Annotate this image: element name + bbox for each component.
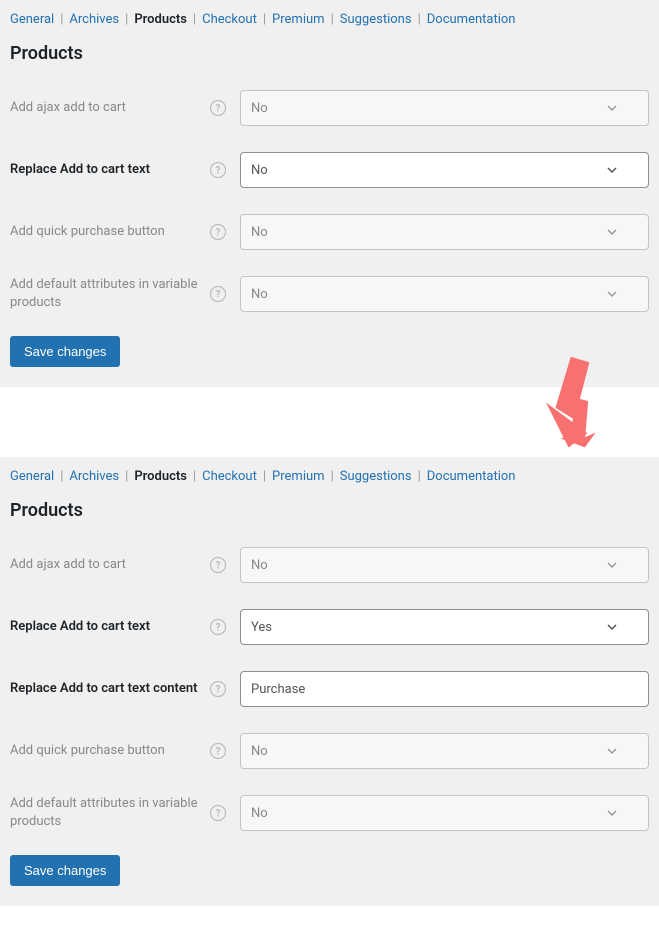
tab-suggestions[interactable]: Suggestions: [340, 469, 412, 484]
select-ajax-cart[interactable]: No: [240, 90, 649, 126]
help-icon[interactable]: ?: [210, 743, 240, 759]
svg-text:?: ?: [216, 561, 221, 572]
tab-premium[interactable]: Premium: [272, 469, 325, 484]
row-replace-cart-content: Replace Add to cart text content ? Purch…: [10, 663, 649, 725]
tab-products[interactable]: Products: [134, 469, 187, 484]
label-default-attrs: Add default attributes in variable produ…: [10, 795, 210, 830]
tab-nav: General| Archives| Products| Checkout| P…: [10, 465, 649, 494]
panel-gap: [0, 387, 659, 457]
label-quick-purchase: Add quick purchase button: [10, 223, 210, 241]
select-value: No: [251, 558, 268, 573]
nav-sep: |: [54, 469, 69, 484]
input-replace-cart-content[interactable]: Purchase: [240, 671, 649, 707]
chevron-down-icon: [606, 807, 618, 819]
tab-archives[interactable]: Archives: [69, 12, 119, 27]
tab-archives[interactable]: Archives: [69, 469, 119, 484]
svg-text:?: ?: [216, 228, 221, 239]
select-value: Yes: [251, 620, 272, 635]
tab-general[interactable]: General: [10, 12, 54, 27]
arrow-icon: [519, 357, 609, 461]
help-icon[interactable]: ?: [210, 286, 240, 302]
select-value: No: [251, 225, 268, 240]
chevron-down-icon: [606, 559, 618, 571]
nav-sep: |: [412, 12, 427, 27]
save-button[interactable]: Save changes: [10, 336, 120, 367]
select-default-attrs[interactable]: No: [240, 795, 649, 831]
row-default-attrs: Add default attributes in variable produ…: [10, 268, 649, 330]
row-replace-cart: Replace Add to cart text ? No: [10, 144, 649, 206]
label-replace-cart: Replace Add to cart text: [10, 161, 210, 179]
nav-sep: |: [187, 12, 202, 27]
svg-text:?: ?: [216, 623, 221, 634]
svg-text:?: ?: [216, 747, 221, 758]
nav-sep: |: [325, 469, 340, 484]
help-icon[interactable]: ?: [210, 805, 240, 821]
row-replace-cart: Replace Add to cart text ? Yes: [10, 601, 649, 663]
svg-text:?: ?: [216, 685, 221, 696]
help-icon[interactable]: ?: [210, 224, 240, 240]
help-icon[interactable]: ?: [210, 619, 240, 635]
label-replace-cart-content: Replace Add to cart text content: [10, 680, 210, 698]
select-value: No: [251, 101, 268, 116]
nav-sep: |: [119, 469, 134, 484]
nav-sep: |: [257, 469, 272, 484]
chevron-down-icon: [606, 226, 618, 238]
svg-text:?: ?: [216, 290, 221, 301]
label-ajax-cart: Add ajax add to cart: [10, 556, 210, 574]
panel-after: General| Archives| Products| Checkout| P…: [0, 457, 659, 906]
select-replace-cart[interactable]: No: [240, 152, 649, 188]
nav-sep: |: [187, 469, 202, 484]
tab-checkout[interactable]: Checkout: [202, 469, 257, 484]
chevron-down-icon: [606, 288, 618, 300]
label-replace-cart: Replace Add to cart text: [10, 618, 210, 636]
input-value: Purchase: [251, 682, 305, 697]
select-value: No: [251, 163, 268, 178]
page-title: Products: [10, 37, 649, 82]
row-quick-purchase: Add quick purchase button ? No: [10, 725, 649, 787]
chevron-down-icon: [606, 621, 618, 633]
nav-sep: |: [412, 469, 427, 484]
help-icon[interactable]: ?: [210, 557, 240, 573]
row-ajax-cart: Add ajax add to cart ? No: [10, 539, 649, 601]
select-replace-cart[interactable]: Yes: [240, 609, 649, 645]
select-quick-purchase[interactable]: No: [240, 214, 649, 250]
svg-text:?: ?: [216, 166, 221, 177]
nav-sep: |: [257, 12, 272, 27]
select-value: No: [251, 287, 268, 302]
panel-before: General| Archives| Products| Checkout| P…: [0, 0, 659, 387]
tab-products[interactable]: Products: [134, 12, 187, 27]
tab-general[interactable]: General: [10, 469, 54, 484]
tab-suggestions[interactable]: Suggestions: [340, 12, 412, 27]
select-value: No: [251, 744, 268, 759]
label-quick-purchase: Add quick purchase button: [10, 742, 210, 760]
tab-premium[interactable]: Premium: [272, 12, 325, 27]
nav-sep: |: [325, 12, 340, 27]
row-ajax-cart: Add ajax add to cart ? No: [10, 82, 649, 144]
row-default-attrs: Add default attributes in variable produ…: [10, 787, 649, 849]
tab-nav: General| Archives| Products| Checkout| P…: [10, 8, 649, 37]
chevron-down-icon: [606, 102, 618, 114]
label-ajax-cart: Add ajax add to cart: [10, 99, 210, 117]
help-icon[interactable]: ?: [210, 100, 240, 116]
svg-text:?: ?: [216, 809, 221, 820]
tab-checkout[interactable]: Checkout: [202, 12, 257, 27]
tab-documentation[interactable]: Documentation: [427, 469, 516, 484]
select-quick-purchase[interactable]: No: [240, 733, 649, 769]
tab-documentation[interactable]: Documentation: [427, 12, 516, 27]
select-ajax-cart[interactable]: No: [240, 547, 649, 583]
nav-sep: |: [119, 12, 134, 27]
help-icon[interactable]: ?: [210, 681, 240, 697]
nav-sep: |: [54, 12, 69, 27]
label-default-attrs: Add default attributes in variable produ…: [10, 276, 210, 311]
select-value: No: [251, 806, 268, 821]
row-quick-purchase: Add quick purchase button ? No: [10, 206, 649, 268]
page-title: Products: [10, 494, 649, 539]
chevron-down-icon: [606, 164, 618, 176]
save-button[interactable]: Save changes: [10, 855, 120, 886]
svg-text:?: ?: [216, 104, 221, 115]
select-default-attrs[interactable]: No: [240, 276, 649, 312]
chevron-down-icon: [606, 745, 618, 757]
help-icon[interactable]: ?: [210, 162, 240, 178]
